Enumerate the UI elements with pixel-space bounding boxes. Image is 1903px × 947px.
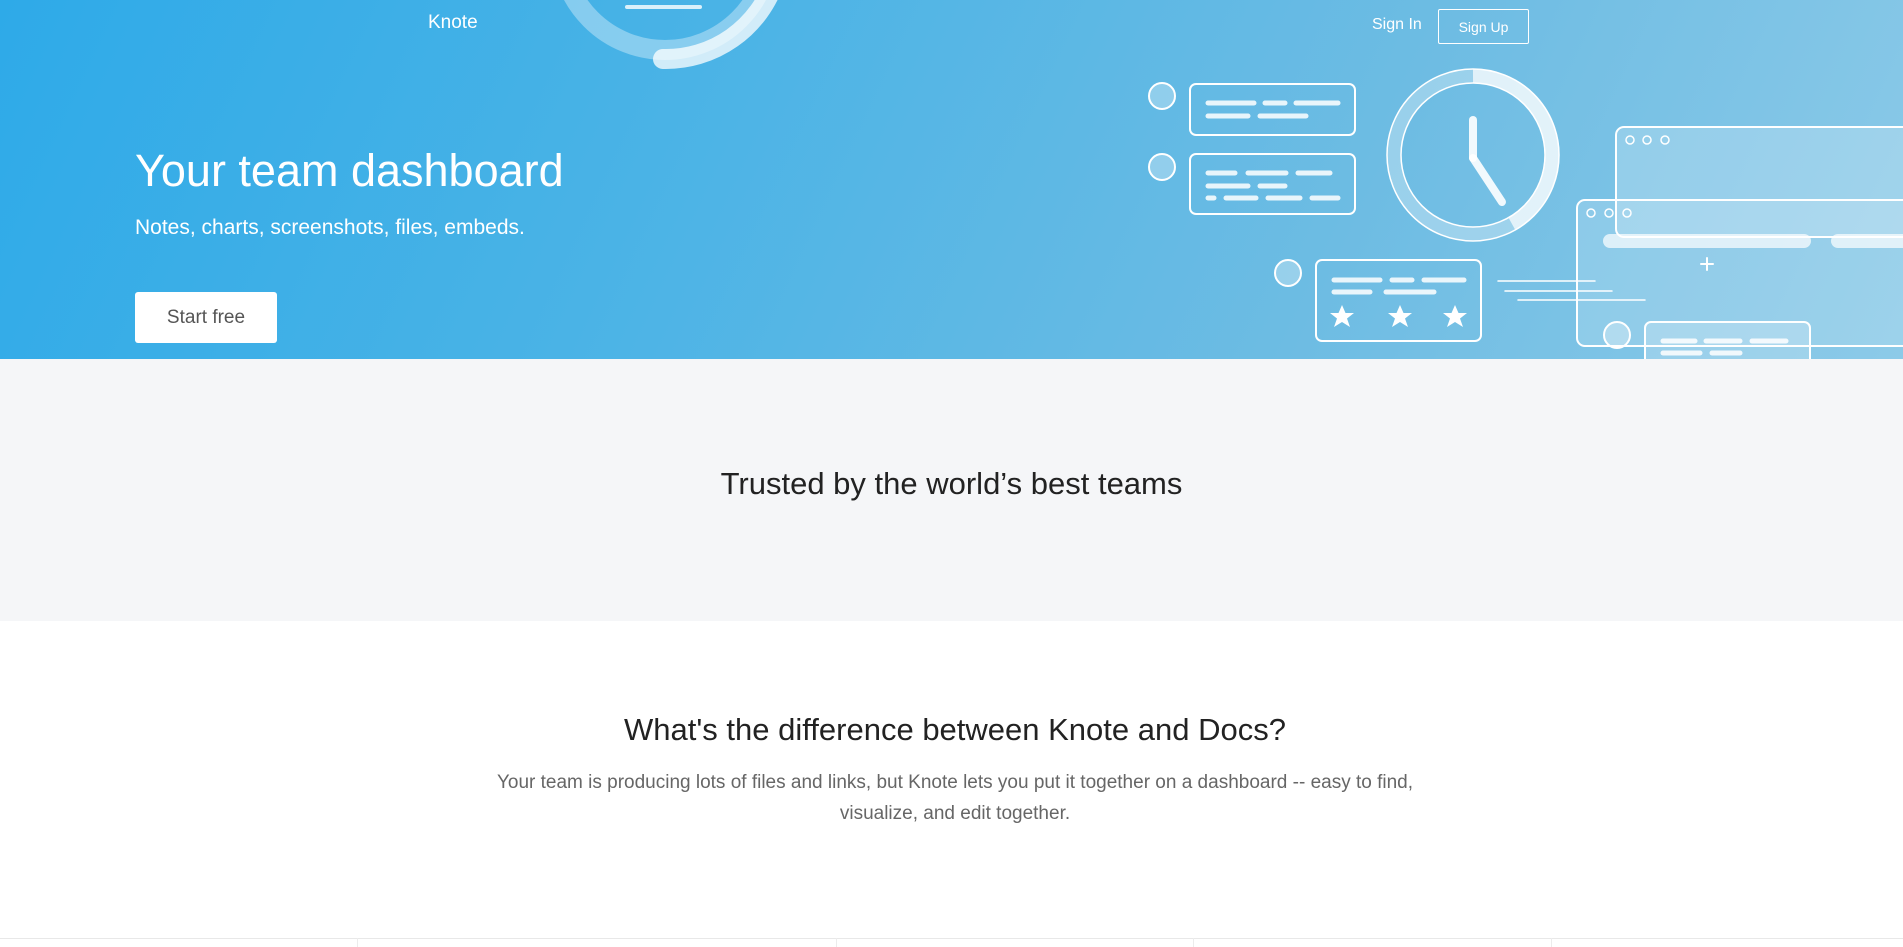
clock-illustration (1386, 68, 1560, 242)
rating-card-illustration (1274, 259, 1482, 342)
hero-subtitle: Notes, charts, screenshots, files, embed… (135, 216, 525, 239)
column-divider (1551, 938, 1552, 947)
difference-heading: What's the difference between Knote and … (624, 712, 1286, 747)
column-divider (1193, 938, 1194, 947)
start-free-button[interactable]: Start free (135, 292, 277, 343)
sign-up-button[interactable]: Sign Up (1438, 9, 1529, 44)
column-divider (357, 938, 358, 947)
top-clock-illustration (564, 0, 778, 70)
hero-title: Your team dashboard (135, 145, 564, 196)
note-cards-illustration (1148, 82, 1356, 215)
difference-description: Your team is producing lots of files and… (496, 772, 1414, 824)
trusted-heading: Trusted by the world’s best teams (720, 466, 1183, 501)
column-divider (836, 938, 837, 947)
browser-windows-illustration (1576, 126, 1903, 359)
section-divider (0, 938, 1903, 939)
brand-logo-link[interactable]: Knote (428, 12, 478, 34)
sign-in-link[interactable]: Sign In (1372, 16, 1422, 34)
trusted-section: Trusted by the world’s best teams (0, 359, 1903, 621)
hero-banner: Knote Sign In Sign Up Your team dashboar… (0, 0, 1903, 359)
